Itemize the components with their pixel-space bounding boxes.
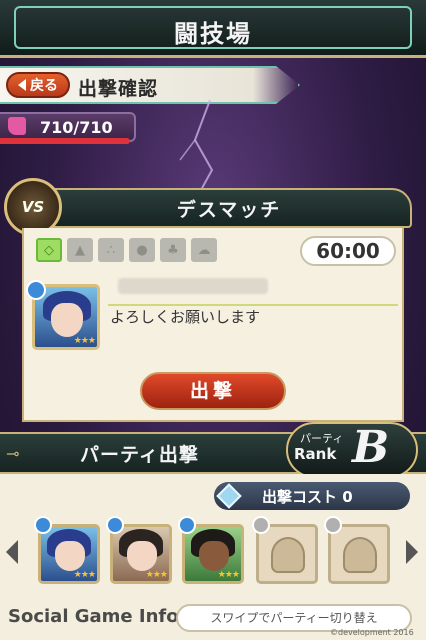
party-slot-1[interactable]: ★★★: [38, 524, 100, 584]
rank-label-bottom: Rank: [294, 445, 337, 463]
opponent-message: よろしくお願いします: [110, 308, 261, 326]
helmet-icon: [343, 537, 377, 573]
party-prev-arrow-icon[interactable]: [6, 540, 18, 564]
avatar-face: [55, 541, 85, 571]
grass-icon: ◇: [36, 238, 62, 262]
back-button[interactable]: 戻る: [6, 72, 70, 98]
subtitle: 出撃確認: [78, 78, 159, 100]
opponent-stars: ★★★: [73, 336, 96, 346]
forest-icon: ♣: [160, 238, 186, 262]
party-slot-3[interactable]: ★★★: [182, 524, 244, 584]
rank-label-top: パーティ: [300, 432, 344, 445]
mountain-icon: ▲: [67, 238, 93, 262]
stamina-fill: [0, 138, 130, 144]
party-slot-5[interactable]: [328, 524, 390, 584]
opponent-name-blurred: [118, 278, 268, 294]
back-button-label: 戻る: [30, 78, 58, 94]
job-badge-icon: [26, 280, 46, 300]
vs-label: VS: [21, 198, 45, 216]
sortie-button[interactable]: 出撃: [140, 372, 286, 410]
job-badge-icon: [106, 516, 124, 534]
stamina-value: 710/710: [40, 118, 113, 137]
job-badge-icon: [34, 516, 52, 534]
environment-icons: ◇ ▲ ∴ ● ♣ ☁: [36, 238, 217, 262]
watermark: Social Game Info: [8, 606, 179, 627]
slot-stars: ★★★: [145, 570, 168, 580]
party-title: パーティ出撃: [80, 444, 199, 466]
slot-stars: ★★★: [73, 570, 96, 580]
match-timer: 60:00: [300, 236, 396, 266]
empty-badge-icon: [252, 516, 270, 534]
party-slot-2[interactable]: ★★★: [110, 524, 172, 584]
sortie-cost-label: 出撃コスト 0: [262, 488, 353, 506]
party-next-arrow-icon[interactable]: [406, 540, 418, 564]
water-drop-icon: ●: [129, 238, 155, 262]
helmet-icon: [271, 537, 305, 573]
empty-badge-icon: [324, 516, 342, 534]
avatar-face: [199, 541, 229, 571]
party-slot-4[interactable]: [256, 524, 318, 584]
avatar-face: [51, 303, 83, 337]
avatar-face: [127, 541, 157, 571]
rocks-icon: ∴: [98, 238, 124, 262]
rank-value: B: [352, 422, 390, 473]
job-badge-icon: [178, 516, 196, 534]
page-title: 闘技場: [174, 20, 252, 48]
cloud-icon: ☁: [191, 238, 217, 262]
slot-stars: ★★★: [217, 570, 240, 580]
boot-icon: [8, 117, 26, 135]
copyright: ©development 2016: [330, 628, 414, 637]
arrow-deco-icon: ⊸: [6, 444, 20, 463]
match-title: デスマッチ: [176, 199, 282, 221]
back-arrow-icon: [18, 79, 26, 91]
